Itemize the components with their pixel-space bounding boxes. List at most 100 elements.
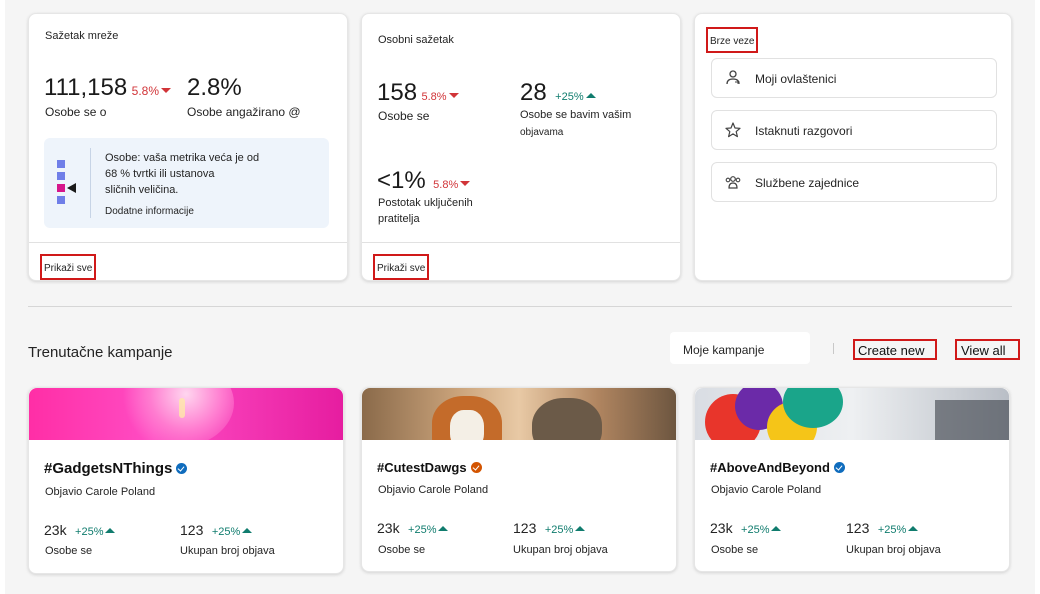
quick-link-label: Moji ovlaštenici [755,72,837,86]
more-info-link[interactable]: Dodatne informacije [105,206,194,217]
campaign-metric: 23k +25% [44,522,116,540]
engaged-metric: 28 +25% [520,79,596,107]
metric-value: 23k [44,522,67,538]
metric-change: +25% [75,526,104,538]
quick-link-featured[interactable]: Istaknuti razgovori [711,110,997,150]
down-arrow-icon [460,181,471,187]
metric-label: Postotak uključenih [378,197,473,209]
show-all-label: Prikaži sve [377,263,426,274]
metric-change: +25% [544,524,574,536]
card-divider [362,242,680,243]
metric-label: pratitelja [378,213,420,225]
campaign-title: #CutestDawgs [377,460,482,475]
verified-icon [176,462,188,474]
show-all-label: Prikaži sve [44,263,93,274]
info-text-line: Osobe: vaša metrika veća je od [105,152,260,164]
info-panel: Osobe: vaša metrika veća je od 68 % tvrt… [44,138,329,228]
card-title: Brze veze [710,36,755,47]
card-divider [29,242,347,243]
down-arrow-icon [448,93,459,99]
metric-label: Osobe se o [45,105,107,119]
metric-value: 123 [513,520,537,536]
quick-link-communities[interactable]: Službene zajednice [711,162,997,202]
campaign-image [362,388,676,440]
metric-change: +25% [877,524,907,536]
metric-value: 23k [377,520,400,536]
show-all-link[interactable]: Prikaži sve [373,254,430,280]
metric-change: +25% [408,524,437,536]
campaign-image [695,388,1009,440]
metric-value: 111,158 [44,74,128,101]
create-new-label: Create new [858,343,925,358]
quick-link-label: Istaknuti razgovori [755,124,853,138]
metric-change: 5.8% [131,84,160,98]
campaign-image [29,388,343,440]
campaign-metric: 123 +25% [513,520,586,538]
metric-label: objavama [520,127,564,138]
quick-links-card: Brze veze Moji ovlaštenici Istaknuti raz… [694,13,1012,281]
star-icon [725,122,741,138]
toolbar-separator [833,343,834,354]
metric-label: Osobe se [711,544,759,556]
campaign-card[interactable]: #GadgetsNThings Objavio Carole Poland 23… [28,387,344,574]
campaigns-title: Trenutačne kampanje [28,344,173,361]
info-text-line: 68 % tvrtki ili ustanova [105,168,215,180]
community-icon [725,176,741,189]
campaign-author: Objavio Carole Poland [45,486,156,498]
campaign-title: #AboveAndBeyond [710,460,845,475]
metric-label: Osobe se [378,544,426,556]
verified-icon [833,462,845,474]
metric-value: 158 [377,79,418,106]
divider [90,148,91,218]
engagement-metric-value: 2.8% [187,74,242,101]
metric-label: Ukupan broj objava [180,545,275,557]
campaign-title-text: #AboveAndBeyond [710,460,830,475]
metric-label: Osobe se [378,109,430,123]
dashboard-page: Sažetak mreže 111,158 5.8% Osobe se o 2.… [5,0,1035,594]
metric-label: Osobe angažirano @ [187,105,301,119]
campaign-author: Objavio Carole Poland [378,484,489,496]
quick-link-delegates[interactable]: Moji ovlaštenici [711,58,997,98]
metric-change: +25% [211,526,241,538]
verified-icon [470,462,482,474]
personal-summary-card: Osobni sažetak 158 5.8% Osobe se 28 +25%… [361,13,681,281]
campaign-metric: 123 +25% [846,520,919,538]
create-new-button[interactable]: Create new [853,339,937,360]
show-all-link[interactable]: Prikaži sve [40,254,97,280]
up-arrow-icon [105,528,116,534]
metric-value: <1% [377,167,426,194]
card-title: Sažetak mreže [45,30,119,42]
campaign-filter-dropdown[interactable]: Moje kampanje [670,332,810,364]
metric-change: 5.8% [433,179,459,191]
followers-metric: <1% 5.8% [377,167,471,195]
campaign-metric: 123 +25% [180,522,253,540]
up-arrow-icon [438,526,449,532]
campaign-metric: 23k +25% [377,520,449,538]
metric-change: 5.8% [421,91,447,103]
card-title: Osobni sažetak [378,34,454,46]
metric-label: Osobe se [45,545,93,557]
metric-value: 28 [520,79,547,106]
metric-label: Ukupan broj objava [513,544,608,556]
campaign-card[interactable]: #CutestDawgs Objavio Carole Poland 23k +… [361,387,677,572]
up-arrow-icon [585,93,596,99]
metric-label: Ukupan broj objava [846,544,941,556]
metric-change: +25% [555,91,584,103]
view-all-button[interactable]: View all [955,339,1020,360]
quick-links-title: Brze veze [706,27,759,53]
up-arrow-icon [771,526,782,532]
campaign-title-text: #GadgetsNThings [44,460,173,477]
metric-value: 123 [180,522,204,538]
up-arrow-icon [908,526,919,532]
metric-value: 123 [846,520,870,536]
metric-change: +25% [741,524,770,536]
info-text-line: sličnih veličina. [105,184,179,196]
people-metric: 158 5.8% [377,79,459,107]
up-arrow-icon [242,528,253,534]
up-arrow-icon [575,526,586,532]
metric-label: Osobe se bavim vašim [520,109,632,121]
campaign-card[interactable]: #AboveAndBeyond Objavio Carole Poland 23… [694,387,1010,572]
people-metric: 111,158 5.8% [44,74,172,102]
view-all-label: View all [961,343,1006,358]
campaign-title: #GadgetsNThings [44,460,188,477]
